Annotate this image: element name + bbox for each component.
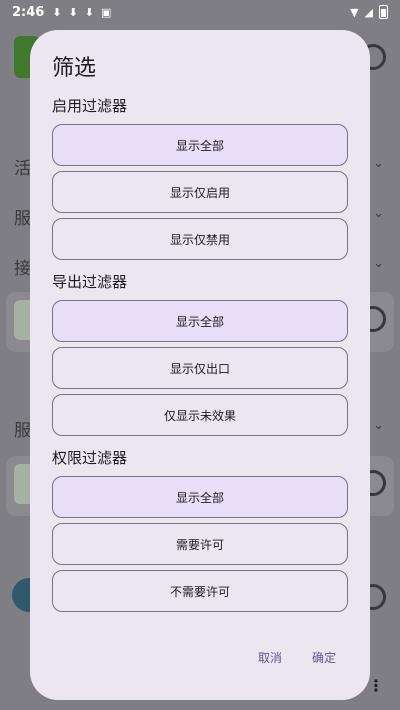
chevron-down-icon: ⌄ [373,418,384,433]
battery-icon [379,5,388,19]
chevron-down-icon: ⌄ [373,206,384,221]
permission-filter-section: 权限过滤器 显示全部 需要许可 不需要许可 [52,446,348,612]
filter-option-show-unexported[interactable]: 仅显示未效果 [52,394,348,436]
signal-icon: ◢ [364,5,373,19]
wifi-icon: ▼ [350,5,359,19]
filter-option-no-permission[interactable]: 不需要许可 [52,570,348,612]
confirm-button[interactable]: 确定 [312,649,336,666]
cancel-button[interactable]: 取消 [258,649,282,666]
dialog-actions: 取消 确定 [258,649,336,666]
filter-option-show-all[interactable]: 显示全部 [52,476,348,518]
filter-dialog: 筛选 启用过滤器 显示全部 显示仅启用 显示仅禁用 导出过滤器 显示全部 显示仅… [30,30,370,700]
enabled-filter-section: 启用过滤器 显示全部 显示仅启用 显示仅禁用 [52,94,348,260]
download-icon: ⬇ [84,5,94,19]
download-icon: ⬇ [52,5,62,19]
filter-option-show-exported[interactable]: 显示仅出口 [52,347,348,389]
status-time: 2:46 [12,4,45,20]
download-icon: ⬇ [68,5,78,19]
filter-option-show-all[interactable]: 显示全部 [52,124,348,166]
more-vert-icon: ⋮ [368,676,384,695]
bg-label: 接 [14,259,31,279]
status-bar: 2:46 ⬇ ⬇ ⬇ ▣ ▼ ◢ [0,0,400,24]
status-right: ▼ ◢ [350,5,388,19]
chevron-down-icon: ⌄ [373,256,384,271]
bg-label: 活 [14,159,31,179]
filter-option-show-disabled[interactable]: 显示仅禁用 [52,218,348,260]
section-title: 导出过滤器 [52,273,128,291]
section-title: 权限过滤器 [52,449,128,467]
chevron-down-icon: ⌄ [373,156,384,171]
bg-label: 服 [14,421,31,441]
filter-option-show-all[interactable]: 显示全部 [52,300,348,342]
bg-label: 服 [14,209,31,229]
export-filter-section: 导出过滤器 显示全部 显示仅出口 仅显示未效果 [52,270,348,436]
section-title: 启用过滤器 [52,97,128,115]
a-icon: ▣ [101,5,112,19]
filter-option-requires-permission[interactable]: 需要许可 [52,523,348,565]
filter-option-show-enabled[interactable]: 显示仅启用 [52,171,348,213]
dialog-title: 筛选 [52,56,97,81]
